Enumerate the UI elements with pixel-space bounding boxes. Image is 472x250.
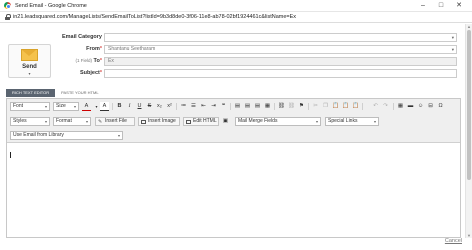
email-category-label: Email Category — [61, 34, 102, 40]
anchor-icon[interactable]: ⚑ — [297, 102, 306, 111]
from-select[interactable]: Shantanu Seetharam ▾ — [104, 45, 457, 54]
cut-icon[interactable]: ✂ — [311, 102, 320, 111]
paste-text-icon[interactable]: 📋 — [341, 102, 350, 111]
align-left-icon[interactable]: ▤ — [233, 102, 242, 111]
close-button[interactable]: ✕ — [452, 0, 466, 12]
toolbar-separator — [362, 103, 363, 110]
subject-row: Subject* — [0, 69, 472, 78]
chevron-down-icon: ▾ — [451, 47, 454, 52]
toolbar-separator — [230, 103, 231, 110]
editor-tabs: Rich Text Editor Paste Your HTML — [6, 89, 466, 97]
insert-file-button[interactable]: ✎ Insert File — [95, 117, 135, 126]
image-icon — [141, 119, 146, 124]
toolbar-separator — [393, 103, 394, 110]
toolbar-separator — [308, 103, 309, 110]
toolbar-separator — [274, 103, 275, 110]
toolbar-row-1: Font ▾ Size ▾ A ▾ A B I U S x₂ x² ≔ ☰ ⇤ ⇥ … — [7, 101, 460, 112]
email-category-select[interactable]: ▾ — [104, 33, 457, 42]
editor-content-area[interactable] — [7, 144, 460, 237]
from-row: From* Shantanu Seetharam ▾ — [0, 45, 472, 54]
redo-button[interactable]: ↷ — [381, 102, 390, 111]
link-icon[interactable]: ⛓ — [277, 102, 286, 111]
underline-button[interactable]: U — [135, 102, 144, 111]
unlink-icon[interactable]: ⛓ — [287, 102, 296, 111]
page-break-icon[interactable]: ⊟ — [426, 102, 435, 111]
text-cursor — [10, 152, 11, 158]
email-library-select[interactable]: Use Email from Library ▾ — [10, 131, 123, 140]
maximize-button[interactable]: □ — [434, 0, 448, 12]
email-header-form: Send ▾ Email Category ▾ From* Shantanu S… — [0, 24, 472, 86]
toolbar-separator — [112, 103, 113, 110]
window-title: Send Email - Google Chrome — [15, 2, 87, 9]
table-icon[interactable]: ▦ — [396, 102, 405, 111]
horizontal-line-icon[interactable]: ▬ — [406, 102, 415, 111]
chrome-icon — [4, 2, 11, 9]
tab-rich-text-editor[interactable]: Rich Text Editor — [6, 89, 56, 97]
bulleted-list-icon[interactable]: ☰ — [189, 102, 198, 111]
paperclip-icon: ✎ — [98, 118, 103, 125]
blockquote-icon[interactable]: ❝ — [219, 102, 228, 111]
lock-icon — [5, 14, 11, 20]
html-icon — [186, 119, 191, 124]
document-icon[interactable]: ▣ — [221, 117, 230, 126]
numbered-list-icon[interactable]: ≔ — [179, 102, 188, 111]
edit-html-button[interactable]: Edit HTML — [183, 117, 219, 126]
toolbar-row-3: Use Email from Library ▾ — [7, 130, 460, 141]
font-select[interactable]: Font ▾ — [10, 102, 50, 111]
subject-input[interactable] — [104, 69, 457, 78]
special-char-button[interactable]: Ω — [436, 102, 445, 111]
to-label: (1 Field) To* — [75, 58, 103, 64]
subject-label: Subject* — [79, 70, 102, 76]
mail-merge-select[interactable]: Mail Merge Fields ▾ — [235, 117, 321, 126]
superscript-button[interactable]: x² — [165, 102, 174, 111]
italic-button[interactable]: I — [125, 102, 134, 111]
page-scrollbar[interactable]: ▲ ▼ — [465, 24, 472, 238]
scroll-up-icon[interactable]: ▲ — [466, 24, 472, 29]
tab-paste-html[interactable]: Paste Your HTML — [55, 89, 104, 97]
align-center-icon[interactable]: ▤ — [243, 102, 252, 111]
editor-toolbar: Font ▾ Size ▾ A ▾ A B I U S x₂ x² ≔ ☰ ⇤ ⇥ … — [7, 99, 460, 143]
toolbar-row-2: Styles ▾ Format ▾ ✎ Insert File Insert Ima… — [7, 116, 460, 127]
scrollbar-thumb[interactable] — [467, 30, 471, 180]
cancel-link[interactable]: Cancel — [445, 238, 462, 244]
to-row: (1 Field) To* Ex — [0, 57, 472, 66]
window-titlebar: Send Email - Google Chrome – □ ✕ — [0, 0, 472, 12]
text-color-button[interactable]: A — [82, 102, 91, 111]
email-category-row: Email Category ▾ — [0, 33, 472, 42]
bg-color-button[interactable]: A — [100, 102, 109, 111]
rich-text-editor: Font ▾ Size ▾ A ▾ A B I U S x₂ x² ≔ ☰ ⇤ ⇥ … — [6, 98, 461, 238]
insert-image-button[interactable]: Insert Image — [138, 117, 180, 126]
undo-button[interactable]: ↶ — [371, 102, 380, 111]
url-text[interactable]: in21.leadsquared.com/ManageLists/SendEma… — [13, 14, 296, 20]
outdent-icon[interactable]: ⇤ — [199, 102, 208, 111]
strikethrough-button[interactable]: S — [145, 102, 154, 111]
chevron-down-icon: ▾ — [451, 35, 454, 40]
special-links-select[interactable]: Special Links ▾ — [325, 117, 379, 126]
format-select[interactable]: Format ▾ — [53, 117, 91, 126]
subscript-button[interactable]: x₂ — [155, 102, 164, 111]
copy-icon[interactable]: ❐ — [321, 102, 330, 111]
toolbar-separator — [176, 103, 177, 110]
align-right-icon[interactable]: ▤ — [253, 102, 262, 111]
indent-icon[interactable]: ⇥ — [209, 102, 218, 111]
smiley-icon[interactable]: ☺ — [416, 102, 425, 111]
scroll-down-icon[interactable]: ▼ — [466, 233, 472, 238]
size-select[interactable]: Size ▾ — [53, 102, 79, 111]
paste-icon[interactable]: 📋 — [331, 102, 340, 111]
bold-button[interactable]: B — [115, 102, 124, 111]
align-justify-icon[interactable]: ▦ — [263, 102, 272, 111]
styles-select[interactable]: Styles ▾ — [10, 117, 50, 126]
minimize-button[interactable]: – — [416, 0, 430, 12]
paste-word-icon[interactable]: 📋 — [351, 102, 360, 111]
address-bar[interactable]: in21.leadsquared.com/ManageLists/SendEma… — [0, 12, 472, 23]
from-label: From* — [86, 46, 102, 52]
to-field: Ex — [104, 57, 457, 66]
